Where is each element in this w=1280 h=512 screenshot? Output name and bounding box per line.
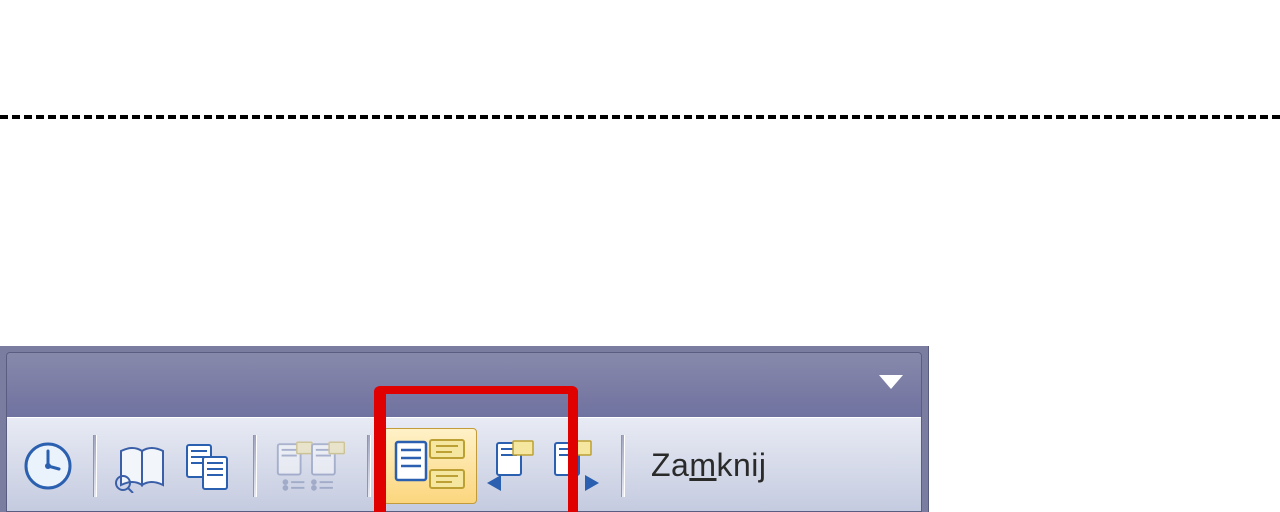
toolbar-separator bbox=[253, 435, 257, 497]
toolbar-titlebar bbox=[7, 353, 921, 417]
two-pages-icon bbox=[181, 439, 235, 493]
toolbar-separator bbox=[93, 435, 97, 497]
open-book-button[interactable] bbox=[109, 429, 175, 503]
callout-previous-button[interactable] bbox=[477, 429, 543, 503]
callout-next-icon bbox=[549, 439, 603, 493]
clock-icon bbox=[21, 439, 75, 493]
page-root: Zamknij bbox=[0, 0, 1280, 512]
toolbar-options-dropdown-icon[interactable] bbox=[879, 375, 903, 389]
two-pages-list-button bbox=[269, 429, 355, 503]
clock-button[interactable] bbox=[15, 429, 81, 503]
dashed-separator bbox=[0, 115, 1280, 119]
close-label-underline: m bbox=[689, 447, 716, 484]
open-book-icon bbox=[115, 439, 169, 493]
callouts-stack-button[interactable] bbox=[383, 428, 477, 504]
close-button[interactable]: Zamknij bbox=[637, 429, 781, 503]
toolbar: Zamknij bbox=[7, 417, 921, 511]
callout-previous-icon bbox=[483, 439, 537, 493]
two-pages-list-icon bbox=[274, 439, 350, 493]
toolbar-panel-inner: Zamknij bbox=[6, 352, 922, 512]
callouts-stack-icon bbox=[389, 436, 471, 496]
toolbar-separator bbox=[367, 435, 371, 497]
toolbar-panel: Zamknij bbox=[0, 346, 929, 512]
close-label-pre: Za bbox=[651, 447, 689, 484]
two-pages-button[interactable] bbox=[175, 429, 241, 503]
toolbar-separator bbox=[621, 435, 625, 497]
close-label-post: knij bbox=[717, 447, 767, 484]
callout-next-button[interactable] bbox=[543, 429, 609, 503]
